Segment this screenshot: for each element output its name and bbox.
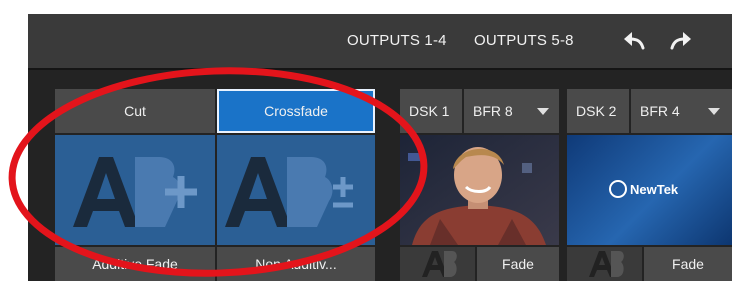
non-additive-fade-tile[interactable]	[217, 135, 375, 245]
dsk2-transition-thumb[interactable]	[567, 247, 642, 281]
additive-fade-icon	[73, 157, 197, 227]
dsk1-preview-thumbnail[interactable]	[400, 135, 559, 245]
dsk1-label: DSK 1	[409, 103, 450, 119]
dsk2-button[interactable]: DSK 2	[567, 89, 629, 133]
dsk2-fade-button[interactable]: Fade	[644, 247, 732, 281]
live-control-panel: OUTPUTS 1-4 OUTPUTS 5-8 Cut Crossfade Ad…	[28, 14, 732, 281]
dsk1-source-select[interactable]: BFR 8	[464, 89, 559, 133]
tab-outputs-1-4[interactable]: OUTPUTS 1-4	[347, 32, 447, 49]
newtek-logo: NewTek	[609, 180, 678, 198]
newtek-logo-icon	[609, 180, 627, 198]
ab-transition-icon	[421, 251, 457, 277]
redo-arrow-icon[interactable]	[668, 28, 694, 54]
dsk1-transition-thumb[interactable]	[400, 247, 475, 281]
non-additive-fade-button[interactable]: Non Additiv...	[217, 247, 375, 281]
dsk2-label: DSK 2	[576, 103, 617, 119]
additive-fade-button[interactable]: Additive Fade	[55, 247, 215, 281]
dsk2-preview-thumbnail[interactable]: NewTek	[567, 135, 732, 245]
cut-button[interactable]: Cut	[55, 89, 215, 133]
dsk2-source-select[interactable]: BFR 4	[631, 89, 732, 133]
dsk2-source-value: BFR 4	[640, 103, 680, 119]
undo-arrow-icon[interactable]	[621, 28, 647, 54]
chevron-down-icon	[537, 108, 549, 115]
dsk1-source-value: BFR 8	[473, 103, 513, 119]
top-toolbar: OUTPUTS 1-4 OUTPUTS 5-8	[28, 14, 732, 70]
chevron-down-icon	[708, 108, 720, 115]
non-additive-fade-icon	[225, 157, 353, 227]
transition-area: Cut Crossfade Additive Fade Non Additiv.…	[28, 70, 732, 281]
newtek-logo-text: NewTek	[630, 181, 679, 197]
additive-fade-tile[interactable]	[55, 135, 215, 245]
dsk1-button[interactable]: DSK 1	[400, 89, 462, 133]
tab-outputs-5-8[interactable]: OUTPUTS 5-8	[474, 32, 574, 49]
person-photo-icon	[400, 135, 559, 245]
ab-transition-icon	[588, 251, 624, 277]
dsk1-fade-button[interactable]: Fade	[477, 247, 559, 281]
crossfade-button[interactable]: Crossfade	[217, 89, 375, 133]
